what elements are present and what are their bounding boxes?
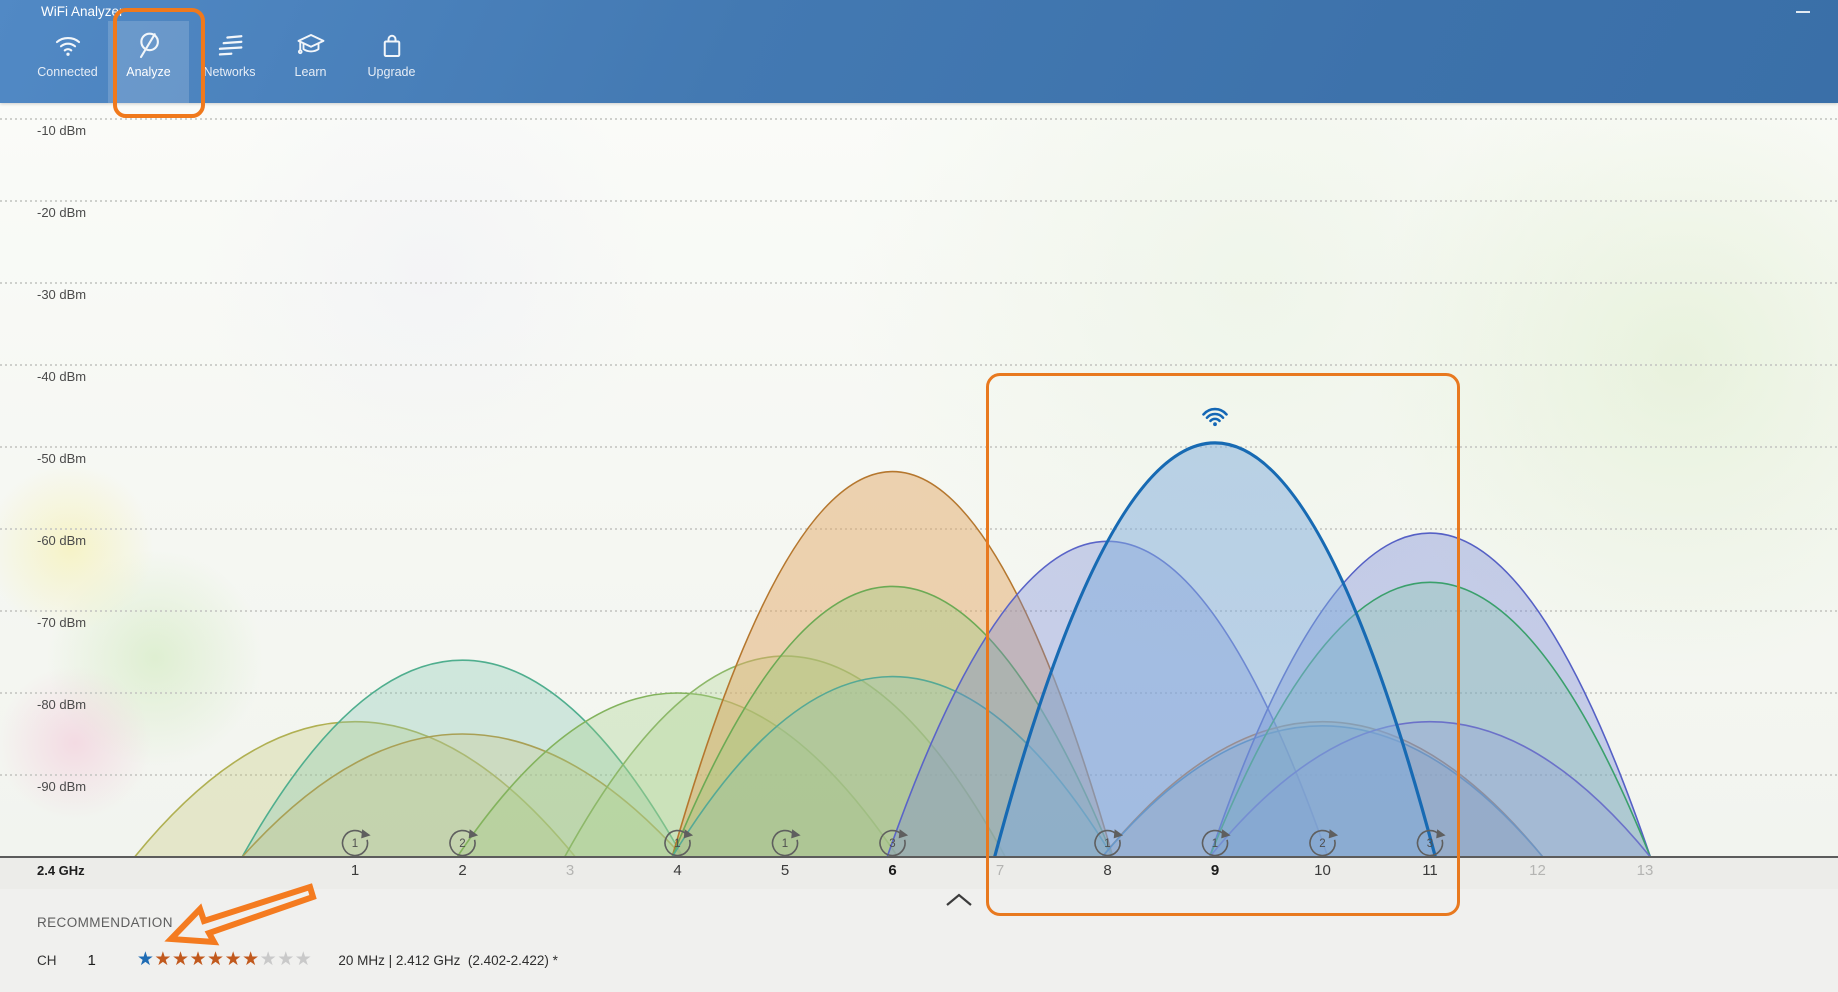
gridline <box>0 774 1838 776</box>
y-axis-label: -50 dBm <box>37 451 86 466</box>
y-axis-label: -70 dBm <box>37 615 86 630</box>
graduation-cap-icon <box>296 30 326 60</box>
y-axis-label: -20 dBm <box>37 205 86 220</box>
star-orange-icon: ★ <box>225 950 243 970</box>
y-axis-label: -30 dBm <box>37 287 86 302</box>
gridline <box>0 692 1838 694</box>
gridline <box>0 610 1838 612</box>
analyze-magnifier-icon <box>134 30 164 60</box>
recommendation-panel <box>0 889 1838 992</box>
y-axis-label: -60 dBm <box>37 533 86 548</box>
channel-label: 2 <box>441 862 485 879</box>
channel-label: 11 <box>1408 862 1452 879</box>
gridline <box>0 528 1838 530</box>
band-label: 2.4 GHz <box>37 863 85 878</box>
tab-label: Connected <box>37 65 97 79</box>
networks-list-icon <box>215 30 245 60</box>
star-blue-icon: ★ <box>137 950 155 970</box>
channel-label: 5 <box>763 862 807 879</box>
channel-label: 9 <box>1193 862 1237 879</box>
star-orange-icon: ★ <box>189 950 207 970</box>
recommended-channel-value: 1 <box>88 952 96 969</box>
tab-connected[interactable]: Connected <box>27 21 108 103</box>
channel-label: 4 <box>656 862 700 879</box>
channel-column-label: CH <box>37 953 57 968</box>
gridline <box>0 282 1838 284</box>
channel-label: 12 <box>1516 862 1560 879</box>
channel-label: 3 <box>548 862 592 879</box>
channel-rating-stars: ★★★★★★★★★★ <box>137 950 312 970</box>
channel-label: 1 <box>333 862 377 879</box>
star-empty-icon: ★ <box>295 950 313 970</box>
gridline <box>0 200 1838 202</box>
tab-upgrade[interactable]: Upgrade <box>351 21 432 103</box>
tab-label: Learn <box>295 65 327 79</box>
tab-label: Analyze <box>126 65 170 79</box>
gridline <box>0 446 1838 448</box>
star-empty-icon: ★ <box>277 950 295 970</box>
app-title: WiFi Analyzer <box>41 4 124 19</box>
y-axis-label: -10 dBm <box>37 123 86 138</box>
gridline <box>0 364 1838 366</box>
recommendation-heading: RECOMMENDATION <box>37 915 173 930</box>
star-orange-icon: ★ <box>207 950 225 970</box>
tab-label: Networks <box>203 65 255 79</box>
nav-tabs: Connected Analyze Networks Learn Upgrade <box>27 21 432 103</box>
channel-label: 7 <box>978 862 1022 879</box>
star-orange-icon: ★ <box>242 950 260 970</box>
gridline <box>0 118 1838 120</box>
channel-label: 10 <box>1301 862 1345 879</box>
channel-label: 8 <box>1086 862 1130 879</box>
recommendation-row: CH 1 ★★★★★★★★★★ 20 MHz | 2.412 GHz (2.40… <box>37 950 558 970</box>
star-orange-icon: ★ <box>154 950 172 970</box>
star-empty-icon: ★ <box>260 950 278 970</box>
spectrum-chart-background <box>0 103 1838 857</box>
minimize-icon[interactable] <box>1796 11 1810 13</box>
x-axis-strip <box>0 858 1838 889</box>
shopping-bag-icon <box>377 30 407 60</box>
y-axis-label: -40 dBm <box>37 369 86 384</box>
tab-learn[interactable]: Learn <box>270 21 351 103</box>
channel-label: 13 <box>1623 862 1667 879</box>
tab-networks[interactable]: Networks <box>189 21 270 103</box>
wifi-icon <box>53 30 83 60</box>
recommendation-details: 20 MHz | 2.412 GHz (2.402-2.422) * <box>338 953 558 968</box>
y-axis-label: -80 dBm <box>37 697 86 712</box>
collapse-panel-chevron-icon[interactable] <box>942 891 976 909</box>
app-header: WiFi Analyzer Connected Analyze Networks Le… <box>0 0 1838 103</box>
wifi-analyzer-window: WiFi Analyzer Connected Analyze Networks Le… <box>0 0 1838 992</box>
y-axis-label: -90 dBm <box>37 779 86 794</box>
tab-analyze[interactable]: Analyze <box>108 21 189 103</box>
channel-label: 6 <box>871 862 915 879</box>
tab-label: Upgrade <box>368 65 416 79</box>
star-orange-icon: ★ <box>172 950 190 970</box>
